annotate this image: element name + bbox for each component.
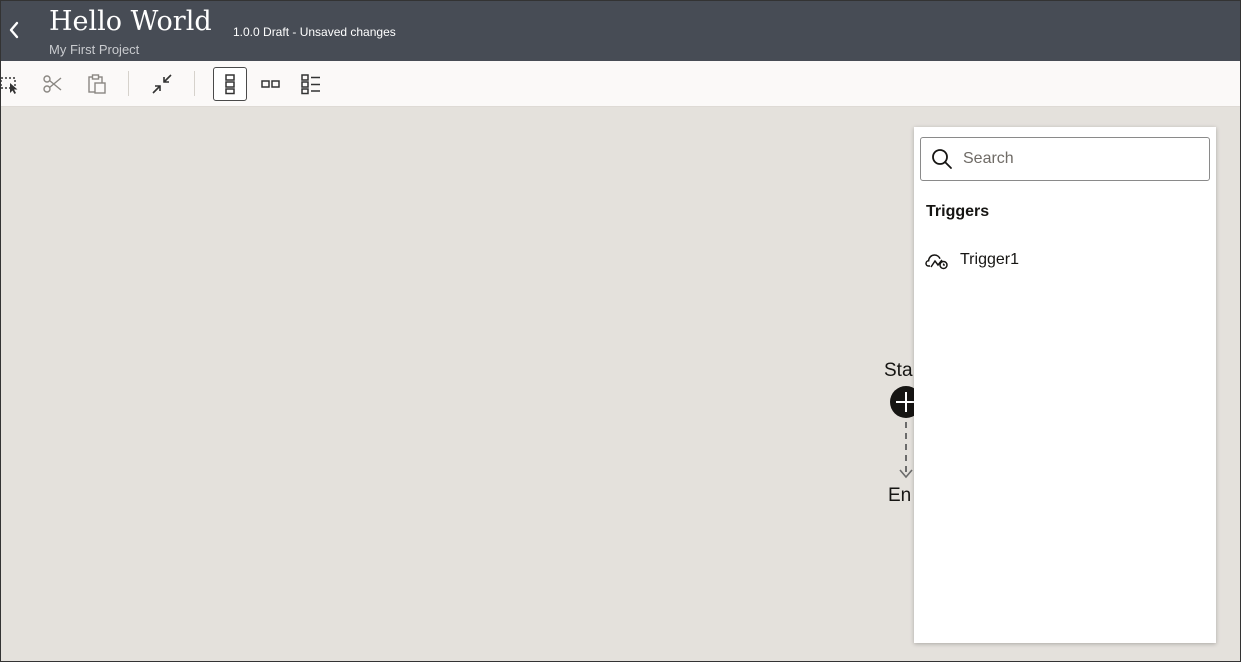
chevron-left-icon: [9, 21, 19, 39]
arrow-down-icon: [899, 469, 913, 479]
vertical-layout-icon: [225, 74, 235, 95]
search-field: [920, 137, 1210, 181]
version-status: 1.0.0 Draft - Unsaved changes: [233, 25, 396, 39]
cut-button[interactable]: [36, 67, 70, 101]
toolbar: [1, 61, 1240, 107]
header-bar: Hello World 1.0.0 Draft - Unsaved change…: [1, 1, 1240, 61]
search-icon: [932, 149, 952, 169]
list-layout-button[interactable]: [294, 67, 328, 101]
flow-connector: [905, 422, 907, 472]
clipboard-icon: [88, 74, 106, 94]
toolbar-separator: [194, 71, 195, 96]
marquee-select-icon: [1, 77, 18, 94]
end-label: En: [888, 485, 912, 506]
trigger-label: Trigger1: [960, 251, 1019, 268]
cloud-trigger-icon: [924, 247, 950, 273]
vertical-layout-button[interactable]: [213, 67, 247, 101]
toolbar-separator: [128, 71, 129, 96]
collapse-button[interactable]: [145, 67, 179, 101]
app-window: Hello World 1.0.0 Draft - Unsaved change…: [0, 0, 1241, 662]
project-name: My First Project: [49, 42, 140, 57]
back-button[interactable]: [3, 15, 25, 45]
select-tool-button[interactable]: [1, 67, 27, 101]
horizontal-layout-button[interactable]: [254, 67, 288, 101]
list-layout-icon: [301, 74, 320, 95]
trigger-picker-panel: Triggers Trigger1: [914, 127, 1216, 643]
start-label: Sta: [884, 360, 913, 381]
search-input[interactable]: [963, 144, 1198, 174]
page-title: Hello World: [49, 6, 212, 37]
section-heading-triggers: Triggers: [926, 203, 990, 220]
scissors-icon: [43, 75, 62, 93]
paste-button[interactable]: [80, 67, 114, 101]
list-item-trigger[interactable]: Trigger1: [922, 245, 1208, 275]
horizontal-layout-icon: [261, 80, 280, 88]
collapse-icon: [152, 74, 172, 94]
